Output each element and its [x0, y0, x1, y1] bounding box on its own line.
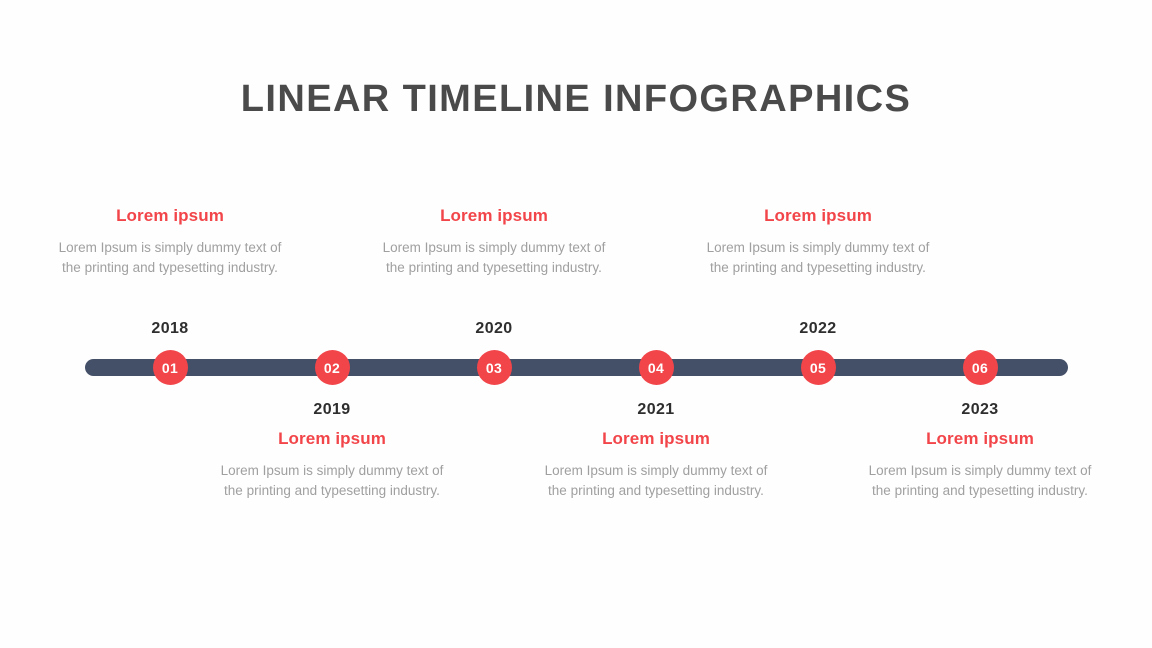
content-heading-05: Lorem ipsum — [764, 206, 872, 225]
content-block-01: Lorem ipsum Lorem Ipsum is simply dummy t… — [55, 206, 285, 277]
timeline-bar — [85, 359, 1068, 376]
year-label-2023: 2023 — [961, 401, 999, 418]
milestone-marker-04[interactable]: 04 — [638, 350, 674, 385]
content-block-02: Lorem ipsum Lorem Ipsum is simply dummy t… — [217, 429, 447, 500]
year-label-2018: 2018 — [151, 320, 189, 337]
content-body-02: Lorem Ipsum is simply dummy text of the … — [220, 463, 444, 498]
content-heading-02: Lorem ipsum — [278, 429, 386, 448]
milestone-marker-05[interactable]: 05 — [800, 350, 836, 385]
content-heading-01: Lorem ipsum — [116, 206, 224, 225]
year-label-2021: 2021 — [637, 401, 675, 418]
content-heading-06: Lorem ipsum — [926, 429, 1034, 448]
year-label-2019: 2019 — [313, 401, 351, 418]
content-body-01: Lorem Ipsum is simply dummy text of the … — [58, 240, 282, 275]
content-heading-03: Lorem ipsum — [440, 206, 548, 225]
content-body-06: Lorem Ipsum is simply dummy text of the … — [868, 463, 1092, 498]
year-label-2020: 2020 — [475, 320, 513, 337]
page-title: LINEAR TIMELINE INFOGRAPHICS — [240, 78, 912, 120]
milestone-marker-02[interactable]: 02 — [314, 350, 350, 385]
year-label-2022: 2022 — [799, 320, 837, 337]
milestone-marker-03[interactable]: 03 — [476, 350, 512, 385]
content-body-05: Lorem Ipsum is simply dummy text of the … — [706, 240, 930, 275]
content-block-05: Lorem ipsum Lorem Ipsum is simply dummy t… — [703, 206, 933, 277]
infographic-canvas: LINEAR TIMELINE INFOGRAPHICS 01 02 03 04 05 0… — [0, 0, 1152, 648]
content-heading-04: Lorem ipsum — [602, 429, 710, 448]
content-block-06: Lorem ipsum Lorem Ipsum is simply dummy t… — [865, 429, 1095, 500]
content-body-04: Lorem Ipsum is simply dummy text of the … — [544, 463, 768, 498]
content-block-03: Lorem ipsum Lorem Ipsum is simply dummy t… — [379, 206, 609, 277]
content-block-04: Lorem ipsum Lorem Ipsum is simply dummy t… — [541, 429, 771, 500]
milestone-marker-01[interactable]: 01 — [152, 350, 188, 385]
milestone-marker-06[interactable]: 06 — [962, 350, 998, 385]
content-body-03: Lorem Ipsum is simply dummy text of the … — [382, 240, 606, 275]
